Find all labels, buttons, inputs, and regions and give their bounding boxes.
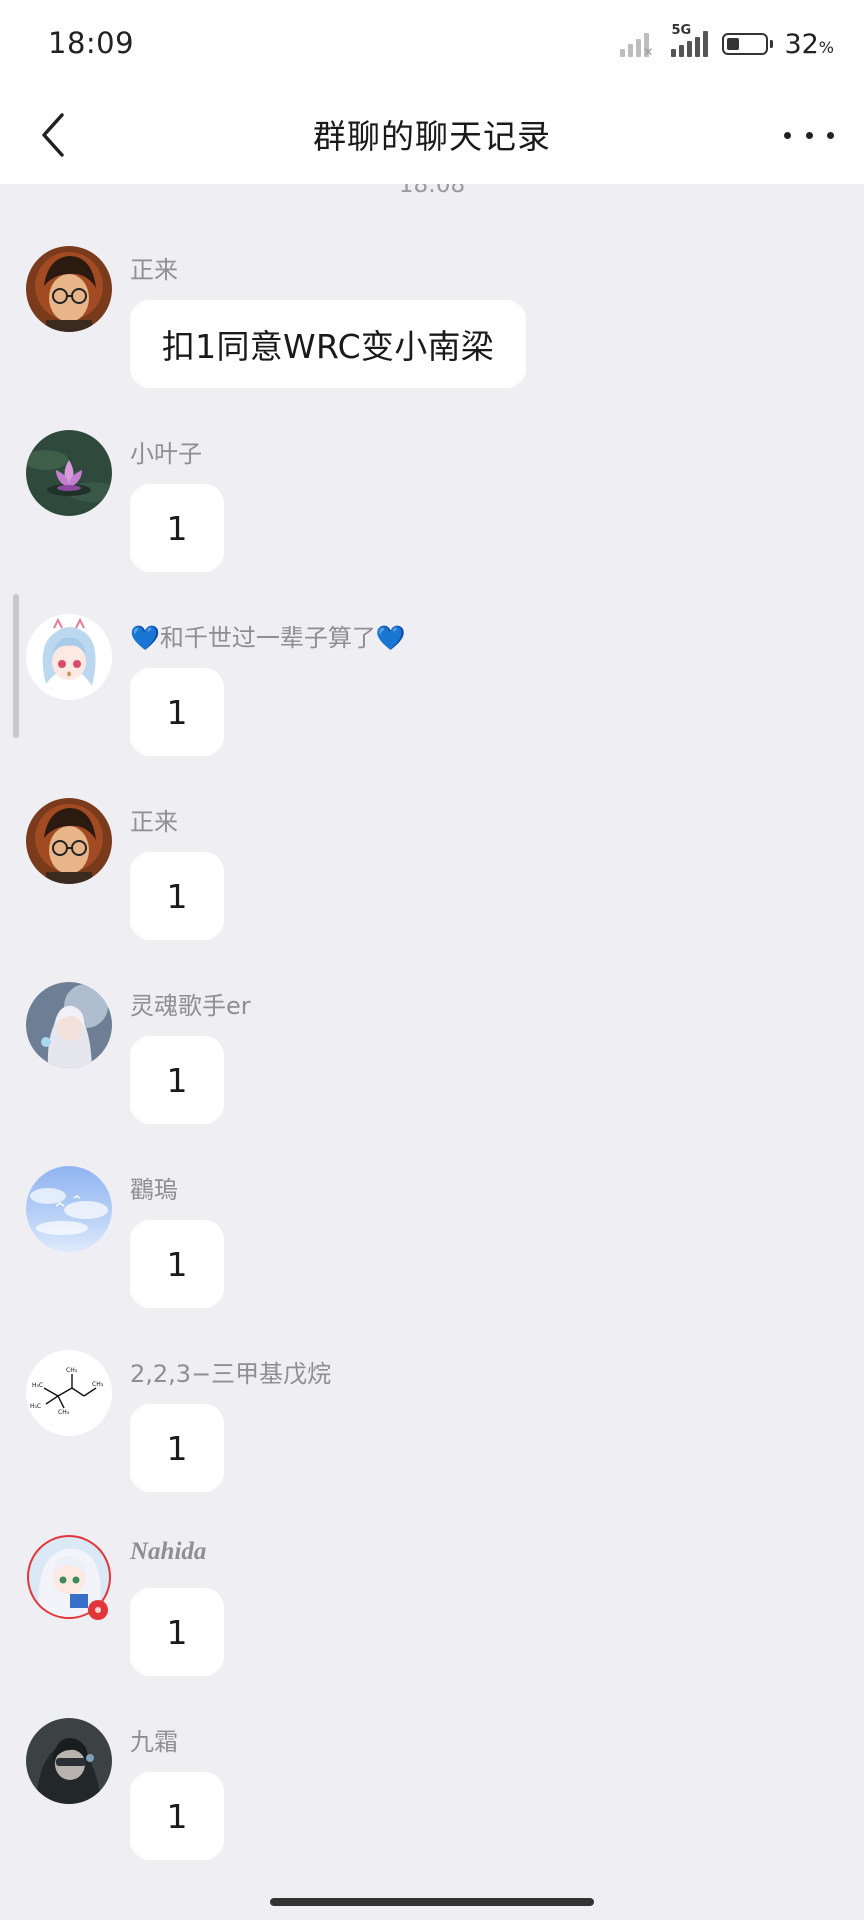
message-bubble[interactable]: 1 xyxy=(130,1772,224,1860)
lotus-avatar[interactable] xyxy=(26,430,112,516)
message-bubble[interactable]: 1 xyxy=(130,1588,224,1676)
message-item: H₃C H₃C CH₃ CH₃ CH₃ 2,2,3−三甲基戊烷 1 xyxy=(0,1350,864,1530)
svg-text:H₃C: H₃C xyxy=(30,1403,41,1410)
sender-name: 鸐瑦 xyxy=(130,1176,178,1204)
status-icons: ✕ 5G 32% xyxy=(620,23,834,64)
battery-percent: 32% xyxy=(784,28,834,60)
dark-character-avatar[interactable] xyxy=(26,1718,112,1804)
message-bubble[interactable]: 1 xyxy=(130,852,224,940)
sender-name: 九霜 xyxy=(130,1728,178,1756)
svg-text:CH₃: CH₃ xyxy=(58,1409,70,1416)
message-bubble[interactable]: 1 xyxy=(130,484,224,572)
message-bubble[interactable]: 1 xyxy=(130,668,224,756)
network-type-label: 5G xyxy=(671,23,692,38)
message-item: 小叶子 1 xyxy=(0,430,864,610)
chemical-structure-avatar[interactable]: H₃C H₃C CH₃ CH₃ CH₃ xyxy=(26,1350,112,1436)
chat-history-list[interactable]: 18:08 正来 扣1同意WRC变小南梁 小叶子 1 💙和千世过一辈子算了💙 1… xyxy=(0,184,864,1884)
svg-text:CH₃: CH₃ xyxy=(66,1367,78,1374)
sender-name: 正来 xyxy=(130,808,178,836)
battery-icon xyxy=(722,33,774,55)
message-item: 灵魂歌手er 1 xyxy=(0,982,864,1162)
message-item: 💙和千世过一辈子算了💙 1 xyxy=(0,614,864,794)
sender-name: 小叶子 xyxy=(130,440,202,468)
svg-text:CH₃: CH₃ xyxy=(92,1381,104,1388)
anime-boy-glasses-avatar[interactable] xyxy=(26,798,112,884)
anime-boy-glasses-avatar[interactable] xyxy=(26,246,112,332)
message-bubble[interactable]: 1 xyxy=(130,1404,224,1492)
message-bubble[interactable]: 1 xyxy=(130,1036,224,1124)
anime-girl-blue-hair-avatar[interactable] xyxy=(26,614,112,700)
sender-name: 灵魂歌手er xyxy=(130,992,251,1020)
message-item: 正来 1 xyxy=(0,798,864,978)
svg-text:H₃C: H₃C xyxy=(32,1382,43,1389)
page-title: 群聊的聊天记录 xyxy=(313,117,551,156)
sky-clouds-avatar[interactable] xyxy=(26,1166,112,1252)
nahida-avatar[interactable] xyxy=(26,1534,112,1620)
message-item: 九霜 1 xyxy=(0,1718,864,1884)
message-item: Nahida 1 xyxy=(0,1534,864,1714)
anime-girl-silver-hair-avatar[interactable] xyxy=(26,982,112,1068)
status-bar: 18:09 ✕ 5G 32% xyxy=(0,0,864,86)
sender-name: 💙和千世过一辈子算了💙 xyxy=(130,624,406,652)
message-bubble[interactable]: 1 xyxy=(130,1220,224,1308)
status-time: 18:09 xyxy=(48,26,135,60)
signal-sim1-icon: ✕ xyxy=(620,31,653,59)
message-item: 正来 扣1同意WRC变小南梁 xyxy=(0,246,864,426)
top-nav-bar: 群聊的聊天记录 xyxy=(0,86,864,184)
more-horizontal-icon xyxy=(784,131,791,139)
more-options-button[interactable] xyxy=(784,112,834,158)
sender-name: Nahida xyxy=(130,1538,207,1565)
home-indicator[interactable] xyxy=(270,1898,594,1906)
sender-name: 2,2,3−三甲基戊烷 xyxy=(130,1360,332,1388)
signal-5g-icon: 5G xyxy=(671,23,709,57)
message-bubble[interactable]: 扣1同意WRC变小南梁 xyxy=(130,300,526,388)
message-item: 鸐瑦 1 xyxy=(0,1166,864,1346)
sender-name: 正来 xyxy=(130,256,178,284)
time-divider: 18:08 xyxy=(398,184,466,198)
